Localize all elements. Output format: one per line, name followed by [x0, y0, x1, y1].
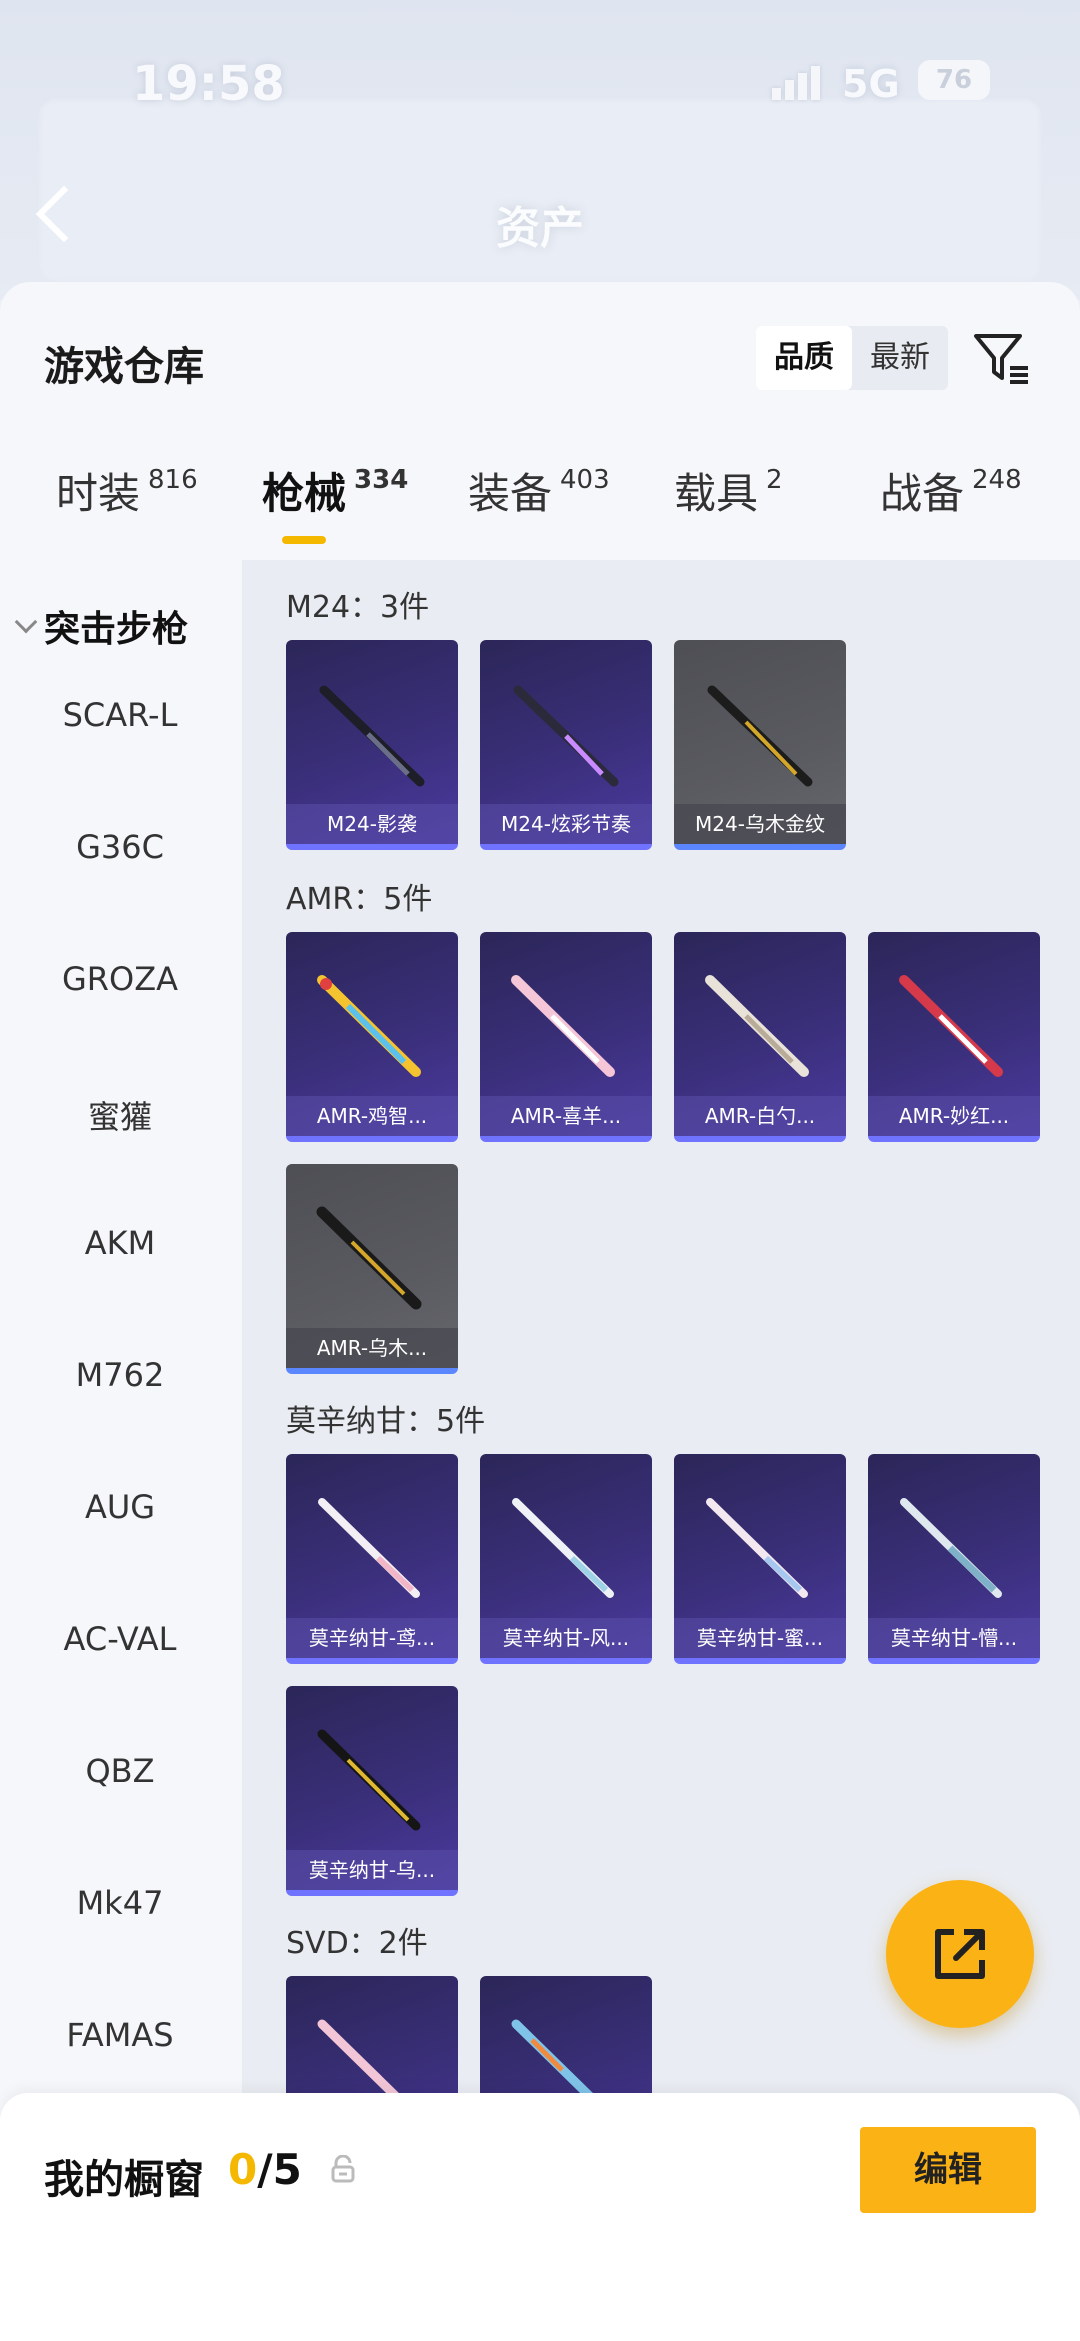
category-item[interactable]: GROZA: [0, 960, 240, 998]
tab-count: 2: [766, 465, 783, 495]
chevron-down-icon: [14, 610, 38, 634]
showcase-current: 0: [228, 2145, 258, 2194]
rifle-icon: [316, 1206, 422, 1310]
active-tab-indicator: [282, 536, 326, 544]
category-item[interactable]: 蜜獾: [0, 1092, 240, 1138]
rifle-icon: [707, 685, 813, 787]
section-label-svd: SVD：2件: [286, 1926, 428, 1961]
skin-name: 莫辛纳甘-懵...: [868, 1618, 1040, 1658]
skin-name: AMR-乌木...: [286, 1328, 458, 1368]
skin-name: 莫辛纳甘-鸢...: [286, 1618, 458, 1658]
skin-card[interactable]: AMR-鸡智...: [286, 932, 458, 1142]
status-bar: 19:58 5G 76: [0, 40, 1080, 120]
skin-card[interactable]: 莫辛纳甘-懵...: [868, 1454, 1040, 1664]
skin-name: AMR-白勺...: [674, 1096, 846, 1136]
skin-name: 莫辛纳甘-风...: [480, 1618, 652, 1658]
showcase-bar: 我的橱窗 0/5 编辑: [0, 2093, 1080, 2341]
inventory-sheet: 游戏仓库 品质 最新 时装 816 枪械 334 装备 403 载具 2 战备 248 突…: [0, 282, 1080, 2341]
status-time: 19:58: [132, 56, 285, 112]
skin-name: AMR-喜羊...: [480, 1096, 652, 1136]
section-label-mosin: 莫辛纳甘：5件: [286, 1404, 486, 1439]
tab-equipment[interactable]: 装备 403: [468, 460, 610, 521]
rifle-icon: [512, 1498, 614, 1598]
skin-card[interactable]: M24-炫彩节奏: [480, 640, 652, 850]
category-item[interactable]: AUG: [0, 1488, 240, 1526]
rifle-icon: [513, 685, 619, 787]
rifle-icon: [318, 1498, 420, 1598]
tab-outfits[interactable]: 时装 816: [56, 460, 198, 521]
tab-label: 载具: [674, 469, 759, 518]
skin-name: 莫辛纳甘-蜜...: [674, 1618, 846, 1658]
sheet-title: 游戏仓库: [44, 344, 204, 390]
skin-card[interactable]: 莫辛纳甘-鸢...: [286, 1454, 458, 1664]
showcase-count: 0/5: [228, 2145, 302, 2194]
tab-vehicles[interactable]: 载具 2: [674, 460, 783, 521]
skin-name: M24-乌木金纹: [674, 804, 846, 844]
showcase-total: /5: [257, 2145, 302, 2194]
sort-newest-button[interactable]: 最新: [852, 326, 948, 390]
category-item[interactable]: SCAR-L: [0, 696, 240, 734]
tab-label: 战备: [880, 469, 965, 518]
showcase-label: 我的橱窗: [44, 2157, 204, 2203]
category-group-label: 突击步枪: [44, 609, 189, 650]
signal-icon: [772, 66, 820, 100]
category-item[interactable]: G36C: [0, 828, 240, 866]
skin-card[interactable]: AMR-妙红...: [868, 932, 1040, 1142]
rifle-icon: [319, 685, 425, 787]
tab-label: 装备: [468, 469, 553, 518]
category-item[interactable]: Mk47: [0, 1884, 240, 1922]
skin-name: M24-影袭: [286, 804, 458, 844]
section-label-amr: AMR：5件: [286, 882, 433, 917]
lock-icon: [331, 2155, 355, 2183]
tab-count: 334: [354, 465, 409, 495]
rifle-icon: [706, 1498, 808, 1598]
share-icon: [935, 1929, 985, 1979]
rifle-icon: [900, 1498, 1002, 1598]
edit-button[interactable]: 编辑: [860, 2127, 1036, 2213]
skin-card[interactable]: AMR-白勺...: [674, 932, 846, 1142]
filter-icon[interactable]: [972, 328, 1032, 388]
network-type: 5G: [842, 62, 900, 106]
skin-card[interactable]: 莫辛纳甘-蜜...: [674, 1454, 846, 1664]
weapon-category-list: 突击步枪 SCAR-L G36C GROZA 蜜獾 AKM M762 AUG A…: [0, 560, 240, 2341]
category-tabs: 时装 816 枪械 334 装备 403 载具 2 战备 248: [0, 460, 1080, 560]
share-button[interactable]: [886, 1880, 1034, 2028]
tab-label: 时装: [56, 469, 141, 518]
skin-card[interactable]: AMR-喜羊...: [480, 932, 652, 1142]
skin-name: M24-炫彩节奏: [480, 804, 652, 844]
tab-count: 403: [560, 465, 610, 495]
skin-card[interactable]: 莫辛纳甘-风...: [480, 1454, 652, 1664]
weapon-skin-grid: M24：3件 M24-影袭 M24-炫彩节奏 M24-乌木金纹 AMR：5件 A…: [242, 560, 1080, 2341]
skin-card[interactable]: M24-影袭: [286, 640, 458, 850]
skin-card[interactable]: M24-乌木金纹: [674, 640, 846, 850]
tab-guns[interactable]: 枪械 334: [262, 460, 408, 521]
skin-name: AMR-妙红...: [868, 1096, 1040, 1136]
battery-indicator: 76: [918, 60, 990, 100]
skin-name: 莫辛纳甘-乌...: [286, 1850, 458, 1890]
tab-count: 248: [972, 465, 1022, 495]
section-label-m24: M24：3件: [286, 590, 430, 625]
category-item[interactable]: M762: [0, 1356, 240, 1394]
tab-count: 816: [148, 465, 198, 495]
sort-quality-button[interactable]: 品质: [756, 326, 852, 390]
rifle-icon: [705, 975, 809, 1077]
category-item[interactable]: FAMAS: [0, 2016, 240, 2054]
category-item[interactable]: AC-VAL: [0, 1620, 240, 1658]
skin-name: AMR-鸡智...: [286, 1096, 458, 1136]
page-header-title: 资产: [496, 203, 584, 254]
rifle-icon: [511, 975, 615, 1077]
skin-card[interactable]: 莫辛纳甘-乌...: [286, 1686, 458, 1896]
rifle-icon: [317, 975, 421, 1077]
sort-toggle: 品质 最新: [756, 326, 948, 390]
rifle-icon: [899, 975, 1003, 1077]
skin-card[interactable]: AMR-乌木...: [286, 1164, 458, 1374]
rifle-icon: [317, 1729, 421, 1831]
category-group-assault-rifles[interactable]: 突击步枪: [14, 600, 189, 652]
category-item[interactable]: QBZ: [0, 1752, 240, 1790]
tab-label: 枪械: [262, 469, 347, 518]
tab-battle-supplies[interactable]: 战备 248: [880, 460, 1022, 521]
category-item[interactable]: AKM: [0, 1224, 240, 1262]
